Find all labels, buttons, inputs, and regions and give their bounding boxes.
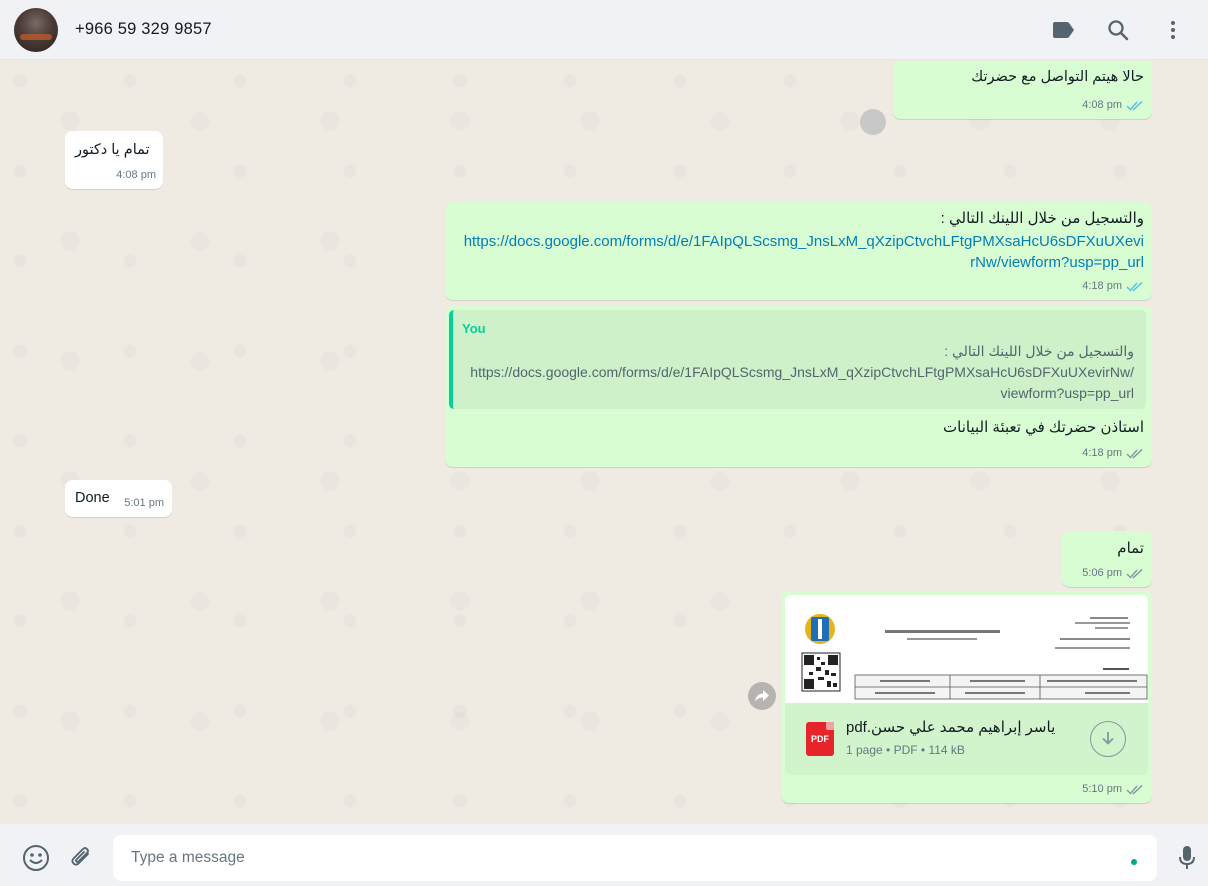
search-icon — [1107, 19, 1128, 40]
menu-button[interactable] — [1145, 10, 1200, 50]
attach-button[interactable] — [60, 837, 102, 879]
message-incoming[interactable]: Done 5:01 pm — [65, 480, 172, 517]
scroll-down-button[interactable] — [860, 109, 886, 135]
contact-avatar[interactable] — [14, 7, 58, 52]
read-receipt-icon — [1126, 100, 1143, 111]
download-icon — [1102, 732, 1114, 745]
document-text: ياسر إبراهيم محمد علي حسن.pdf 1 page • P… — [846, 718, 1055, 760]
message-outgoing[interactable]: والتسجيل من خلال اللينك التالي : https:/… — [445, 202, 1152, 300]
message-time: 5:10 pm — [1082, 783, 1122, 795]
message-time: 5:06 pm — [1082, 567, 1122, 579]
document-details: 1 page • PDF • 114 kB — [846, 743, 965, 757]
download-button[interactable] — [1090, 721, 1126, 757]
message-input-box[interactable] — [113, 835, 1157, 881]
mic-icon — [1179, 846, 1195, 869]
forward-button[interactable] — [748, 682, 776, 710]
message-time: 4:08 pm — [1082, 99, 1122, 111]
delivered-receipt-icon — [1126, 568, 1143, 579]
message-text: حالا هيتم التواصل مع حضرتك — [971, 69, 1144, 85]
composer-bar — [0, 824, 1208, 886]
forward-icon — [755, 690, 769, 702]
document-preview[interactable] — [785, 595, 1148, 703]
delivered-receipt-icon — [1126, 784, 1143, 795]
message-text: تمام — [1117, 540, 1144, 557]
message-time: 4:08 pm — [116, 169, 156, 181]
document-file-name: ياسر إبراهيم محمد علي حسن.pdf — [846, 719, 1056, 736]
message-text: تمام يا دكتور — [75, 142, 150, 158]
mic-button[interactable] — [1166, 837, 1208, 879]
status-dot — [1131, 859, 1137, 865]
attach-icon — [71, 847, 89, 866]
message-time: 4:18 pm — [1082, 447, 1122, 459]
quote-author: You — [462, 321, 486, 336]
document-info[interactable]: PDF ياسر إبراهيم محمد علي حسن.pdf 1 page… — [785, 703, 1148, 775]
menu-dots-icon — [1170, 20, 1175, 39]
pdf-file-icon: PDF — [806, 722, 834, 756]
message-time: 4:18 pm — [1082, 280, 1122, 292]
quote-text: والتسجيل من خلال اللينك التالي : https:/… — [470, 343, 1134, 401]
message-text: Done — [75, 490, 110, 506]
document-preview-image — [785, 595, 1148, 703]
emoji-icon — [23, 845, 49, 871]
message-outgoing-document[interactable]: PDF ياسر إبراهيم محمد علي حسن.pdf 1 page… — [781, 591, 1152, 803]
message-outgoing[interactable]: تمام 5:06 pm — [1062, 531, 1152, 587]
message-link[interactable]: https://docs.google.com/forms/d/e/1FAIpQ… — [464, 231, 1144, 273]
message-text: والتسجيل من خلال اللينك التالي : — [940, 210, 1144, 227]
contact-name[interactable]: +966 59 329 9857 — [75, 20, 212, 39]
delivered-receipt-icon — [1126, 448, 1143, 459]
read-receipt-icon — [1126, 281, 1143, 292]
message-incoming[interactable]: تمام يا دكتور 4:08 pm — [65, 131, 163, 189]
message-outgoing-reply[interactable]: You والتسجيل من خلال اللينك التالي : htt… — [445, 306, 1152, 467]
label-button[interactable] — [1035, 10, 1090, 50]
quoted-message[interactable]: You والتسجيل من خلال اللينك التالي : htt… — [449, 310, 1146, 409]
message-input[interactable] — [131, 849, 1111, 867]
chat-panel[interactable]: حالا هيتم التواصل مع حضرتك 4:08 pm تمام … — [0, 61, 1208, 824]
header-actions — [1035, 10, 1200, 50]
message-time: 5:01 pm — [124, 497, 164, 509]
message-text: استاذن حضرتك في تعبئة البيانات — [943, 419, 1144, 436]
message-outgoing[interactable]: حالا هيتم التواصل مع حضرتك 4:08 pm — [893, 61, 1152, 119]
label-icon — [1052, 21, 1074, 38]
emoji-button[interactable] — [15, 837, 57, 879]
search-button[interactable] — [1090, 10, 1145, 50]
chat-header: +966 59 329 9857 — [0, 0, 1208, 60]
